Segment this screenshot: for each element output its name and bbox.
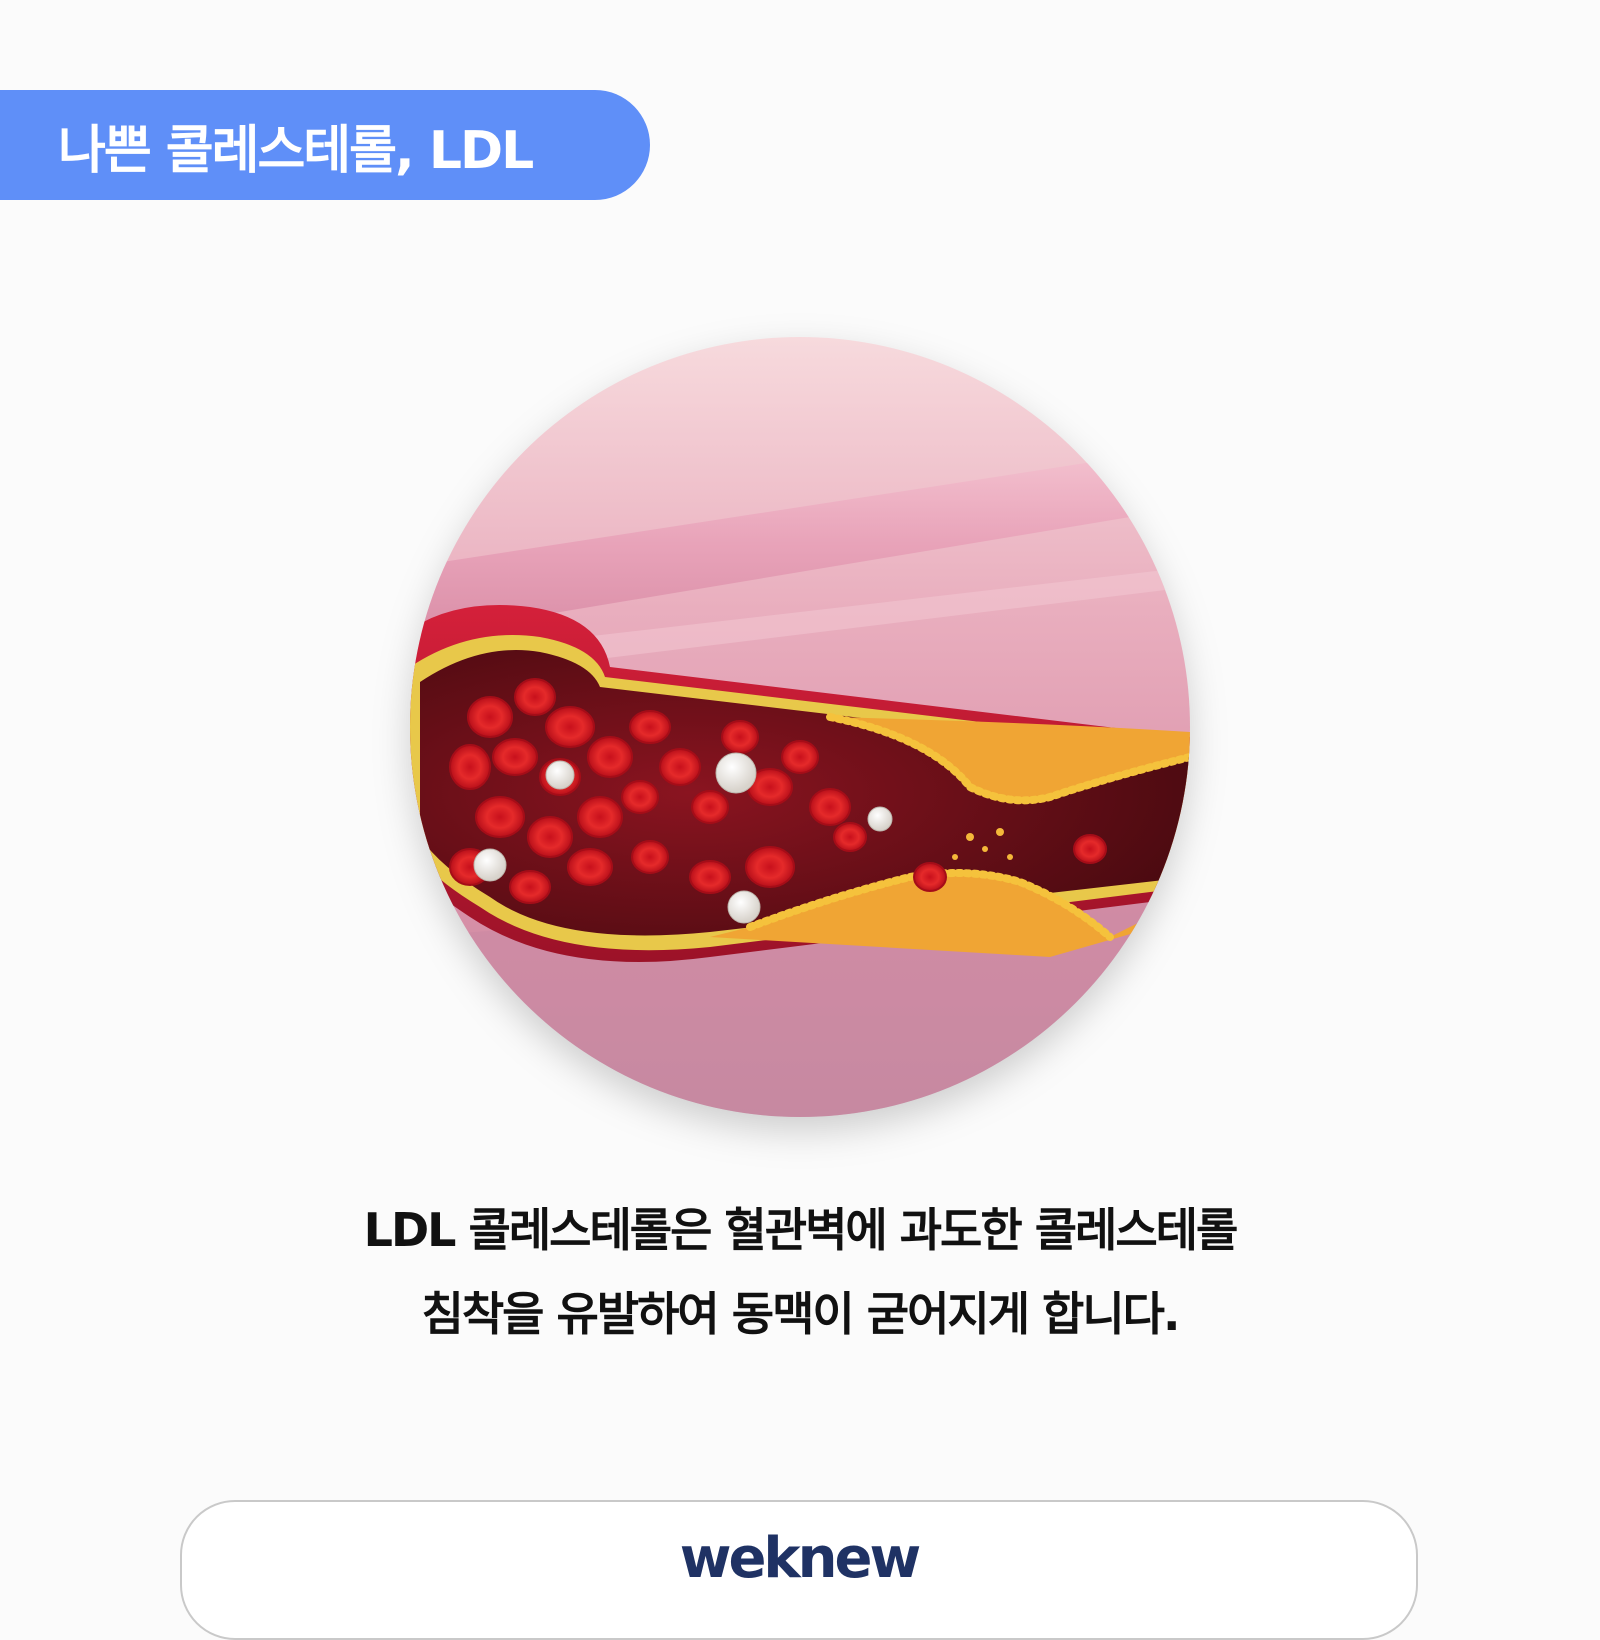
brand-logo: weknew	[679, 1526, 922, 1591]
artery-illustration	[410, 337, 1190, 1117]
artery-cholesterol-plaque-illustration	[410, 337, 1190, 1117]
description-line-1: LDL 콜레스테롤은 혈관벽에 과도한 콜레스테롤	[363, 1203, 1239, 1257]
footer-card: weknew	[180, 1500, 1418, 1640]
description-line-2: 침착을 유발하여 동맥이 굳어지게 합니다.	[421, 1287, 1181, 1341]
title-banner: 나쁜 콜레스테롤, LDL	[0, 90, 650, 200]
description-text: LDL 콜레스테롤은 혈관벽에 과도한 콜레스테롤 침착을 유발하여 동맥이 굳…	[100, 1188, 1500, 1356]
page-title: 나쁜 콜레스테롤, LDL	[58, 120, 534, 181]
